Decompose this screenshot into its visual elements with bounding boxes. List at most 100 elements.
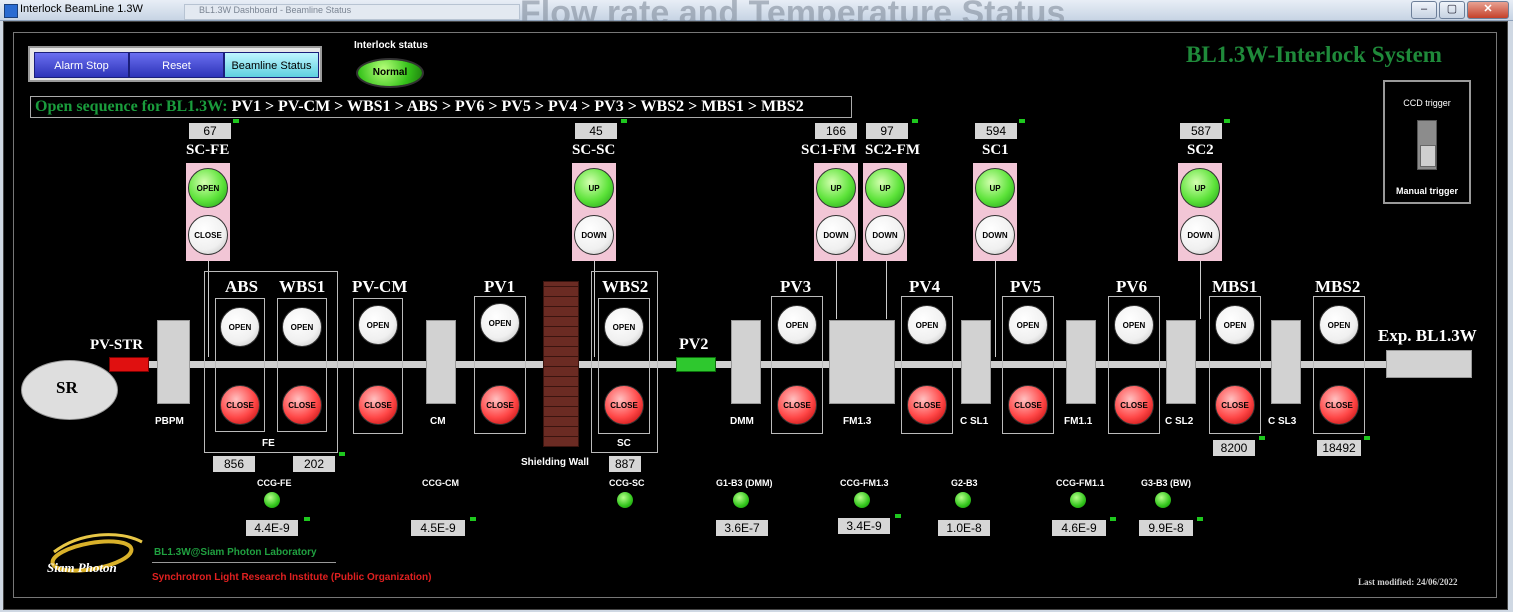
pv4-label: PV4 — [909, 277, 941, 296]
g1-b3-value: 3.6E-7 — [716, 520, 768, 536]
indicator-flag — [470, 517, 476, 521]
pv-str-valve[interactable] — [109, 357, 149, 372]
background-window-tab: BL1.3W Dashboard - Beamline Status — [184, 4, 520, 20]
app-icon — [4, 4, 18, 18]
sc1-up-button[interactable]: UP — [975, 168, 1015, 208]
mbs2-valve: OPEN CLOSE — [1313, 296, 1365, 434]
pv6-valve: OPEN CLOSE — [1108, 296, 1160, 434]
sc1-fm-up-button[interactable]: UP — [816, 168, 856, 208]
sc-sc-down-button[interactable]: DOWN — [574, 215, 614, 255]
mbs1-label: MBS1 — [1212, 277, 1258, 296]
indicator-flag — [1110, 517, 1116, 521]
pv-cm-open-button[interactable]: OPEN — [358, 305, 398, 345]
sc1-fm-down-button[interactable]: DOWN — [816, 215, 856, 255]
csl2-label: C SL2 — [1165, 416, 1194, 427]
indicator-flag — [621, 119, 627, 123]
pv1-open-button[interactable]: OPEN — [480, 303, 520, 343]
last-modified: Last modified: 24/06/2022 — [1358, 577, 1458, 587]
mbs2-close-button[interactable]: CLOSE — [1319, 385, 1359, 425]
reset-button[interactable]: Reset — [129, 52, 224, 78]
close-button[interactable]: ✕ — [1467, 1, 1509, 19]
pbpm-component — [157, 320, 190, 404]
ccg-fm13-value: 3.4E-9 — [838, 518, 890, 534]
sc2-fm-up-button[interactable]: UP — [865, 168, 905, 208]
cm-component — [426, 320, 456, 404]
pv1-close-button[interactable]: CLOSE — [480, 385, 520, 425]
sc1-down-button[interactable]: DOWN — [975, 215, 1015, 255]
wbs2-open-button[interactable]: OPEN — [604, 307, 644, 347]
minimize-button[interactable]: – — [1411, 1, 1437, 19]
sc2-down-button[interactable]: DOWN — [1180, 215, 1220, 255]
csl3-component — [1271, 320, 1301, 404]
ccg-fe-value: 4.4E-9 — [246, 520, 298, 536]
g2-b3-status-led — [955, 492, 971, 508]
sc2-fm-control: UP DOWN — [863, 163, 907, 261]
indicator-flag — [1364, 436, 1370, 440]
pv4-open-button[interactable]: OPEN — [907, 305, 947, 345]
siam-photon-logo — [50, 533, 143, 573]
logo-text: Siam Photon — [47, 560, 117, 575]
g3-b3-label: G3-B3 (BW) — [1141, 478, 1191, 488]
sc2-control: UP DOWN — [1178, 163, 1222, 261]
wbs1-open-button[interactable]: OPEN — [282, 307, 322, 347]
pv2-valve[interactable] — [676, 357, 716, 372]
pv5-close-button[interactable]: CLOSE — [1008, 385, 1048, 425]
wbs1-close-button[interactable]: CLOSE — [282, 385, 322, 425]
csl3-label: C SL3 — [1268, 416, 1297, 427]
beamline-status-button[interactable]: Beamline Status — [224, 52, 319, 78]
sc1-label: SC1 — [982, 142, 1009, 158]
pv4-valve: OPEN CLOSE — [901, 296, 953, 434]
window-titlebar: Interlock BeamLine 1.3W BL1.3W Dashboard… — [0, 0, 1513, 32]
wbs2-close-button[interactable]: CLOSE — [604, 385, 644, 425]
ccg-fe-label: CCG-FE — [257, 478, 292, 488]
maximize-button[interactable]: ▢ — [1439, 1, 1465, 19]
sc2-fm-down-button[interactable]: DOWN — [865, 215, 905, 255]
ccg-sc-status-led — [617, 492, 633, 508]
ccg-fe-status-led — [264, 492, 280, 508]
sc2-label: SC2 — [1187, 142, 1214, 158]
g3-b3-value: 9.9E-8 — [1139, 520, 1193, 536]
control-button-group: Alarm Stop Reset Beamline Status — [28, 46, 322, 82]
sc-fe-open-button[interactable]: OPEN — [188, 168, 228, 208]
pv6-open-button[interactable]: OPEN — [1114, 305, 1154, 345]
g1-b3-status-led — [733, 492, 749, 508]
fm13-label: FM1.3 — [843, 416, 872, 427]
pv6-close-button[interactable]: CLOSE — [1114, 385, 1154, 425]
mbs2-open-button[interactable]: OPEN — [1319, 305, 1359, 345]
sc-fe-close-button[interactable]: CLOSE — [188, 215, 228, 255]
indicator-flag — [912, 119, 918, 123]
cm-label: CM — [430, 416, 446, 427]
institute-name: Synchrotron Light Research Institute (Pu… — [152, 572, 432, 583]
lab-name: BL1.3W@Siam Photon Laboratory — [154, 547, 317, 558]
csl1-label: C SL1 — [960, 416, 989, 427]
mbs1-open-button[interactable]: OPEN — [1215, 305, 1255, 345]
ccd-trigger-switch[interactable] — [1417, 120, 1437, 170]
pv3-close-button[interactable]: CLOSE — [777, 385, 817, 425]
ccd-trigger-label: CCD trigger — [1403, 98, 1451, 108]
front-end-label: FE — [262, 438, 275, 449]
indicator-flag — [339, 452, 345, 456]
abs-open-button[interactable]: OPEN — [220, 307, 260, 347]
experiment-station-label: Exp. BL1.3W — [1378, 326, 1477, 345]
abs-close-button[interactable]: CLOSE — [220, 385, 260, 425]
ccd-trigger-panel: CCD trigger Manual trigger — [1383, 80, 1471, 204]
g3-b3-status-led — [1155, 492, 1171, 508]
shielding-wall-label: Shielding Wall — [521, 457, 589, 468]
mbs1-close-button[interactable]: CLOSE — [1215, 385, 1255, 425]
wbs2-valve: OPEN CLOSE — [598, 298, 650, 434]
wbs2-label: WBS2 — [602, 277, 649, 296]
sc2-up-button[interactable]: UP — [1180, 168, 1220, 208]
mbs1-value: 8200 — [1213, 440, 1255, 456]
storage-ring-label: SR — [56, 378, 78, 397]
pv5-open-button[interactable]: OPEN — [1008, 305, 1048, 345]
pbpm-label: PBPM — [155, 416, 184, 427]
sc2-fm-value: 97 — [866, 123, 908, 139]
abs-valve: OPEN CLOSE — [215, 298, 265, 432]
pv3-open-button[interactable]: OPEN — [777, 305, 817, 345]
ccg-fm13-label: CCG-FM1.3 — [840, 478, 889, 488]
pv4-close-button[interactable]: CLOSE — [907, 385, 947, 425]
alarm-stop-button[interactable]: Alarm Stop — [34, 52, 129, 78]
sc-sc-up-button[interactable]: UP — [574, 168, 614, 208]
pv-cm-close-button[interactable]: CLOSE — [358, 385, 398, 425]
indicator-flag — [1259, 436, 1265, 440]
